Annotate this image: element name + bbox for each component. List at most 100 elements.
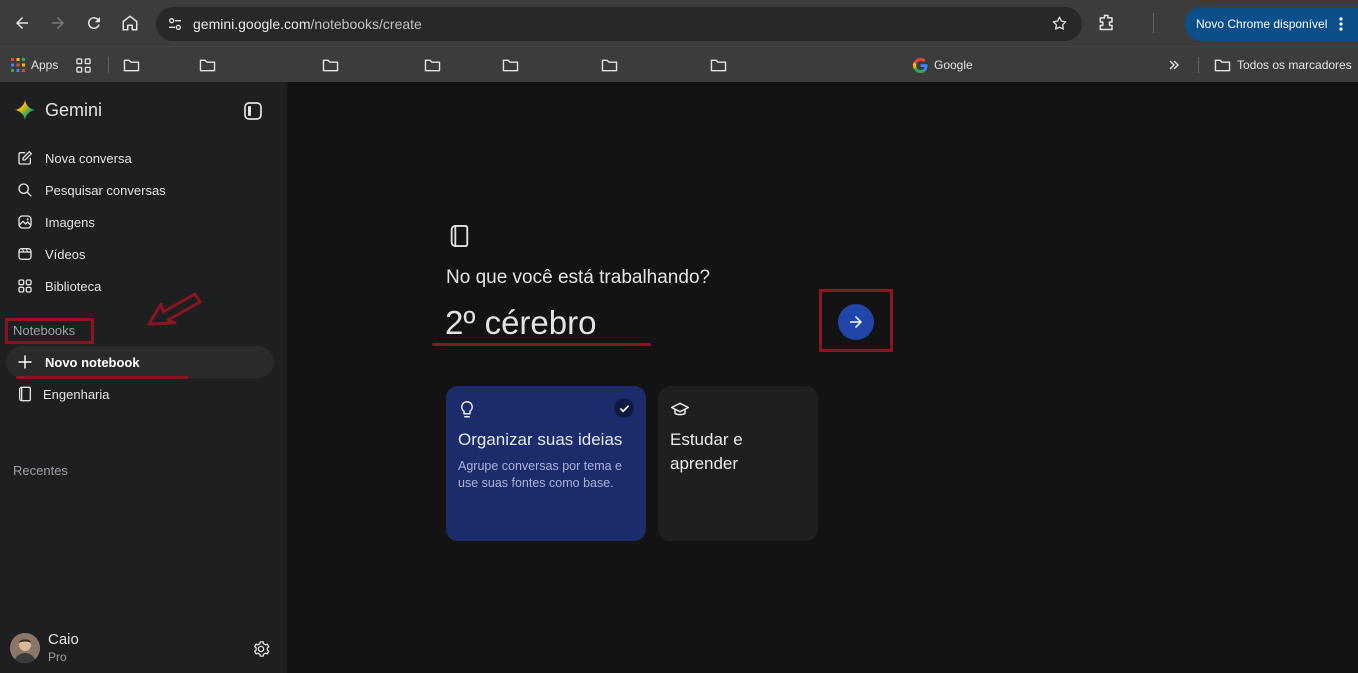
user-name: Caio (48, 631, 79, 648)
card-description: Agrupe conversas por tema e use suas fon… (458, 459, 622, 490)
sidebar-item-images[interactable]: Imagens (6, 206, 274, 238)
grid-icon (76, 57, 91, 73)
avatar (10, 633, 40, 663)
notebook-icon (19, 386, 31, 402)
create-notebook-button[interactable] (838, 304, 874, 340)
toolbar-divider (1153, 13, 1154, 33)
bookmark-apps-label: Apps (31, 58, 59, 72)
bookmark-divider (1198, 57, 1199, 73)
folder-icon (199, 59, 216, 71)
bookmark-apps[interactable]: Apps (11, 54, 58, 76)
sidebar-item-label: Biblioteca (45, 278, 102, 294)
sidebar: Gemini Nova conversa Pesquisar conversas… (0, 82, 287, 673)
arrow-right-icon (850, 316, 862, 328)
bookmarks-overflow-button[interactable] (1168, 54, 1180, 76)
bookmark-google[interactable]: Google (913, 54, 973, 76)
search-icon (18, 183, 32, 197)
all-bookmarks-button[interactable]: Todos os marcadores (1214, 54, 1352, 76)
chevron-double-right-icon (1169, 60, 1179, 70)
url-host: gemini.google.com (193, 16, 311, 32)
sidebar-item-new-chat[interactable]: Nova conversa (6, 142, 274, 174)
bookmark-folder-7[interactable] (710, 54, 727, 76)
settings-button[interactable] (252, 640, 270, 658)
sidebar-item-label: Nova conversa (45, 150, 132, 166)
new-notebook-button[interactable]: Novo notebook (6, 346, 274, 378)
notebook-icon (450, 225, 469, 247)
folder-icon (1214, 59, 1231, 71)
sidebar-item-label: Vídeos (45, 246, 86, 262)
bookmark-folder-5[interactable] (502, 54, 519, 76)
sidebar-item-label: Engenharia (43, 386, 110, 402)
brand-name: Gemini (45, 99, 103, 120)
chrome-update-button[interactable]: Novo Chrome disponível (1185, 7, 1358, 41)
video-icon (18, 248, 32, 260)
apps-grid-icon (11, 58, 25, 72)
card-title: Organizar suas ideias (458, 430, 623, 449)
sidebar-item-library[interactable]: Biblioteca (6, 270, 274, 302)
sidebar-item-videos[interactable]: Vídeos (6, 238, 274, 270)
all-bookmarks-label: Todos os marcadores (1237, 58, 1352, 72)
update-label: Novo Chrome disponível (1196, 17, 1328, 31)
option-card-organize[interactable]: Organizar suas ideias Agrupe conversas p… (446, 386, 646, 541)
recent-section-label: Recentes (13, 463, 68, 478)
reload-button[interactable] (82, 11, 106, 35)
new-notebook-label: Novo notebook (45, 354, 140, 370)
sidebar-toggle-button[interactable] (243, 101, 263, 121)
user-plan: Pro (48, 650, 67, 664)
star-icon (1052, 16, 1067, 30)
browser-toolbar: gemini.google.com/notebooks/create Novo … (0, 0, 1358, 46)
back-icon (16, 17, 28, 29)
address-bar[interactable]: gemini.google.com/notebooks/create (156, 7, 1082, 41)
more-menu-button[interactable] (1334, 16, 1348, 32)
gemini-brand[interactable]: Gemini (14, 99, 102, 121)
prompt-heading: No que você está trabalhando? (446, 267, 711, 288)
site-settings-icon (169, 17, 181, 30)
forward-icon (52, 17, 64, 29)
bookmark-folder-4[interactable] (424, 54, 441, 76)
url-text: gemini.google.com/notebooks/create (193, 16, 422, 32)
bookmark-google-label: Google (934, 58, 973, 72)
sidebar-toggle-icon (244, 102, 262, 120)
extensions-button[interactable] (1097, 12, 1117, 32)
bookmark-divider (108, 57, 109, 73)
home-button[interactable] (118, 11, 142, 35)
image-icon (18, 215, 32, 229)
notebook-title-input[interactable] (445, 301, 805, 345)
sidebar-item-search[interactable]: Pesquisar conversas (6, 174, 274, 206)
user-profile[interactable]: Caio Pro (10, 631, 79, 665)
back-button[interactable] (10, 11, 34, 35)
option-card-study[interactable]: Estudar e aprender (658, 386, 818, 541)
bookmark-folder-3[interactable] (322, 54, 339, 76)
gemini-logo-icon (14, 99, 36, 121)
plus-icon (18, 355, 32, 369)
bookmark-folder-1[interactable] (123, 54, 140, 76)
bookmarks-bar: Apps Google Todos os marcadores (0, 46, 1358, 82)
folder-icon (502, 59, 519, 71)
selected-check (614, 398, 634, 418)
edit-icon (18, 151, 32, 165)
annotation-arrow (147, 292, 202, 326)
folder-icon (710, 59, 727, 71)
url-path: /notebooks/create (310, 16, 422, 32)
lightbulb-icon (461, 401, 473, 418)
sidebar-item-label: Imagens (45, 214, 95, 230)
folder-icon (123, 59, 140, 71)
home-icon (122, 15, 138, 31)
site-settings-button[interactable] (164, 13, 186, 35)
bookmark-star-button[interactable] (1051, 15, 1068, 32)
card-title: Estudar e aprender (670, 430, 743, 473)
reload-icon (87, 17, 100, 30)
forward-button[interactable] (46, 11, 70, 35)
main-content: No que você está trabalhando? Organizar … (287, 82, 1358, 673)
sidebar-item-notebook-engenharia[interactable]: Engenharia (6, 378, 274, 410)
library-icon (18, 279, 32, 293)
bookmark-grid[interactable] (76, 54, 91, 76)
folder-icon (424, 59, 441, 71)
google-icon (913, 57, 928, 73)
bookmark-folder-6[interactable] (601, 54, 618, 76)
folder-icon (322, 59, 339, 71)
bookmark-folder-2[interactable] (199, 54, 216, 76)
notebook-header-icon-wrap (448, 224, 470, 248)
sidebar-item-label: Pesquisar conversas (45, 182, 166, 198)
check-icon (619, 404, 629, 412)
